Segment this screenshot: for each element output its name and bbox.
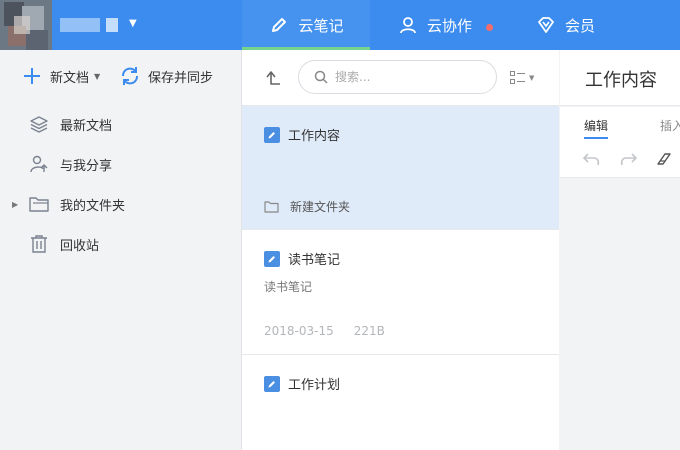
sidebar-item-shared[interactable]: 与我分享 xyxy=(0,149,241,179)
trash-icon xyxy=(28,233,50,255)
share-user-icon xyxy=(28,153,50,175)
person-icon xyxy=(397,14,419,36)
sidebar-item-label: 最新文档 xyxy=(60,118,113,134)
list-view-icon xyxy=(510,71,525,84)
caret-down-icon: ▼ xyxy=(529,74,535,82)
save-and-sync-label: 保存并同步 xyxy=(148,70,214,86)
sidebar-item-label: 与我分享 xyxy=(60,158,113,174)
note-title: 工作计划 xyxy=(288,378,341,393)
search-icon xyxy=(313,69,329,85)
chevron-down-icon[interactable]: ▼ xyxy=(129,15,137,33)
note-snippet: 读书笔记 xyxy=(264,280,313,294)
caret-down-icon[interactable]: ▼ xyxy=(94,72,100,81)
note-doc-icon xyxy=(264,250,280,267)
save-and-sync-button[interactable]: 保存并同步 xyxy=(118,64,213,88)
go-up-button[interactable] xyxy=(262,67,284,89)
notification-badge xyxy=(486,24,493,31)
layers-icon xyxy=(28,113,50,135)
search-input[interactable] xyxy=(335,70,485,84)
note-title: 工作内容 xyxy=(288,129,341,144)
editor-header: 工作内容 xyxy=(560,50,680,106)
tab-cloud-collab[interactable]: 云协作 xyxy=(397,0,507,50)
username-obscured[interactable] xyxy=(60,18,122,32)
new-document-label: 新文档 xyxy=(50,70,90,86)
note-list-panel: ▼ 工作内容 新建文件夹 读书笔记 读书笔记 2018-03- xyxy=(242,50,559,450)
editor-panel: 工作内容 编辑 插入 xyxy=(560,50,680,450)
sync-icon xyxy=(118,64,142,88)
plus-icon xyxy=(20,64,44,88)
expand-arrow-icon[interactable]: ▶ xyxy=(12,200,18,209)
user-avatar[interactable] xyxy=(0,0,52,50)
tab-label: 会员 xyxy=(565,16,596,35)
note-title: 读书笔记 xyxy=(288,253,341,268)
folder-icon xyxy=(28,193,50,215)
tab-vip[interactable]: 会员 xyxy=(535,0,615,50)
note-list-toolbar: ▼ xyxy=(242,50,559,106)
sidebar-item-label: 我的文件夹 xyxy=(60,198,126,214)
tab-cloud-notes[interactable]: 云笔记 xyxy=(242,0,370,50)
tab-edit[interactable]: 编辑 xyxy=(584,117,609,139)
sidebar-item-label: 回收站 xyxy=(60,238,100,254)
tab-label: 云笔记 xyxy=(298,16,344,35)
eraser-icon[interactable] xyxy=(654,150,674,168)
note-meta: 2018-03-15 221B xyxy=(264,324,385,338)
sidebar-item-my-folders[interactable]: ▶ 我的文件夹 xyxy=(0,189,241,219)
tab-insert[interactable]: 插入 xyxy=(660,117,680,134)
editor-toolbar: 编辑 插入 xyxy=(560,107,680,178)
sidebar: 新文档 ▼ 保存并同步 最新文档 与我分享 ▶ 我的文件夹 回收站 xyxy=(0,50,242,450)
redo-icon[interactable] xyxy=(618,150,638,168)
note-doc-icon xyxy=(264,126,280,143)
note-size: 221B xyxy=(353,324,385,338)
folder-icon xyxy=(264,200,280,214)
sidebar-item-recent[interactable]: 最新文档 xyxy=(0,109,241,139)
tab-label: 云协作 xyxy=(427,16,473,35)
diamond-icon xyxy=(535,14,557,36)
note-card[interactable]: 工作内容 新建文件夹 xyxy=(242,106,559,230)
search-box[interactable] xyxy=(298,60,497,94)
sidebar-item-trash[interactable]: 回收站 xyxy=(0,229,241,259)
pen-icon xyxy=(268,14,290,36)
note-date: 2018-03-15 xyxy=(264,324,334,338)
undo-icon[interactable] xyxy=(582,150,602,168)
editor-title[interactable]: 工作内容 xyxy=(585,66,657,92)
level-up-icon xyxy=(266,71,280,85)
top-bar: ▼ 云笔记 云协作 会员 xyxy=(0,0,680,50)
new-document-button[interactable]: 新文档 ▼ xyxy=(20,64,100,88)
note-doc-icon xyxy=(264,375,280,392)
note-card[interactable]: 工作计划 xyxy=(242,355,559,450)
note-folder-name: 新建文件夹 xyxy=(290,200,351,214)
view-mode-button[interactable]: ▼ xyxy=(510,67,542,89)
note-card[interactable]: 读书笔记 读书笔记 2018-03-15 221B xyxy=(242,230,559,355)
